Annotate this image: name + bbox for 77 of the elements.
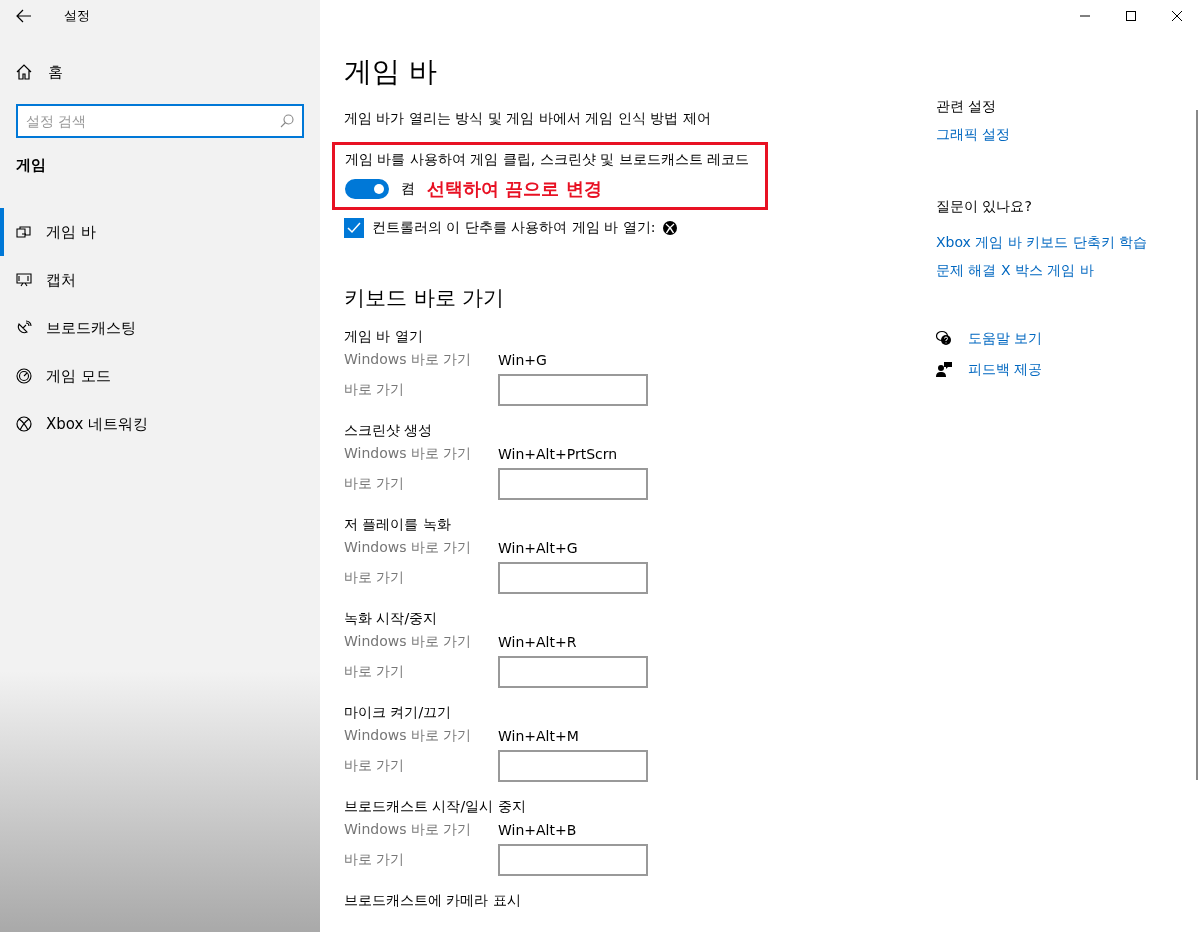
shortcut-label: 바로 가기 xyxy=(344,475,406,493)
shortcut-name: 녹화 시작/중지 xyxy=(344,609,439,628)
shortcut-label: Windows 바로 가기 xyxy=(344,351,473,369)
home-icon xyxy=(16,64,32,80)
shortcut-label: Windows 바로 가기 xyxy=(344,727,473,745)
section-heading: 게임 xyxy=(15,155,47,176)
shortcut-label: Windows 바로 가기 xyxy=(344,633,473,651)
shortcut-name: 브로드캐스트 시작/일시 중지 xyxy=(344,797,527,816)
sidebar-label: 브로드캐스팅 xyxy=(46,318,136,338)
shortcut-label: 바로 가기 xyxy=(344,757,406,775)
shortcut-label: 바로 가기 xyxy=(344,851,406,869)
support-link[interactable]: 피드백 제공 xyxy=(968,354,1043,383)
page-description: 게임 바가 열리는 방식 및 게임 바에서 게임 인식 방법 제어 xyxy=(344,110,712,128)
shortcut-label: Windows 바로 가기 xyxy=(344,539,473,557)
help-bubble-icon xyxy=(936,329,952,346)
shortcut-keys: Win+Alt+M xyxy=(498,728,579,744)
feedback-icon xyxy=(936,360,952,377)
search-field[interactable]: 설정 검색 xyxy=(16,104,304,138)
back-arrow-icon xyxy=(16,8,32,24)
shortcut-input[interactable] xyxy=(498,750,648,782)
section-heading: 키보드 바로 가기 xyxy=(344,285,506,312)
capture-icon xyxy=(16,272,32,288)
shortcut-name: 저 플레이를 녹화 xyxy=(344,515,452,534)
page-title: 게임 바 xyxy=(344,54,438,90)
shortcut-name: 스크린샷 생성 xyxy=(344,421,434,440)
help-heading: 질문이 있나요? xyxy=(936,198,1033,216)
shortcut-input[interactable] xyxy=(498,468,648,500)
help-link[interactable]: 문제 해결 X 박스 게임 바 xyxy=(936,256,1196,284)
gamebar-icon xyxy=(16,224,32,240)
support-link[interactable]: 도움말 보기 xyxy=(968,323,1043,352)
shortcut-label: 바로 가기 xyxy=(344,381,406,399)
xbox-icon xyxy=(663,221,678,235)
shortcut-name: 게임 바 열기 xyxy=(344,327,424,346)
shortcut-keys: Win+Alt+B xyxy=(498,822,577,838)
search-icon xyxy=(280,114,294,128)
shortcut-label: Windows 바로 가기 xyxy=(344,821,473,839)
shortcut-label: 바로 가기 xyxy=(344,569,406,587)
satellite-dish-icon xyxy=(16,320,32,336)
settings-link[interactable]: 그래픽 설정 xyxy=(936,120,1196,148)
close-icon xyxy=(1172,11,1182,21)
shortcut-label: Windows 바로 가기 xyxy=(344,445,473,463)
checkbox[interactable] xyxy=(344,218,364,238)
sidebar-item[interactable]: Xbox 네트워킹 xyxy=(0,400,320,448)
sidebar-item[interactable]: 브로드캐스팅 xyxy=(0,304,320,352)
related-heading: 관련 설정 xyxy=(936,98,998,116)
home-link[interactable]: 홈 xyxy=(0,56,320,88)
shortcut-input[interactable] xyxy=(498,844,648,876)
shortcut-input[interactable] xyxy=(498,562,648,594)
window-title: 설정 xyxy=(64,7,90,25)
sidebar-label: 캡처 xyxy=(46,270,76,290)
scrollbar[interactable] xyxy=(1196,110,1198,780)
annotation-text: 선택하여 끔으로 변경 xyxy=(427,177,602,201)
sidebar-item[interactable]: 게임 바 xyxy=(0,208,320,256)
home-label: 홈 xyxy=(48,62,63,82)
toggle-switch[interactable] xyxy=(345,179,389,199)
sidebar-label: 게임 모드 xyxy=(46,366,111,386)
back-button[interactable] xyxy=(16,8,32,24)
shortcut-keys: Win+G xyxy=(498,352,547,368)
gauge-icon xyxy=(16,368,32,384)
shortcut-input[interactable] xyxy=(498,374,648,406)
shortcut-label: 바로 가기 xyxy=(344,663,406,681)
sidebar-label: 게임 바 xyxy=(46,222,96,242)
toggle-state: 켬 xyxy=(401,180,415,198)
shortcut-input[interactable] xyxy=(498,656,648,688)
maximize-icon xyxy=(1126,11,1136,21)
help-link[interactable]: Xbox 게임 바 키보드 단축키 학습 xyxy=(936,228,1196,256)
sidebar-item[interactable]: 게임 모드 xyxy=(0,352,320,400)
shortcut-keys: Win+Alt+R xyxy=(498,634,577,650)
shortcut-keys: Win+Alt+G xyxy=(498,540,578,556)
shortcut-name: 마이크 켜기/끄기 xyxy=(344,703,453,722)
shortcut-keys: Win+Alt+PrtScrn xyxy=(498,446,618,462)
shortcut-name: 브로드캐스트에 카메라 표시 xyxy=(344,891,522,910)
setting-label: 게임 바를 사용하여 게임 클립, 스크린샷 및 브로드캐스트 레코드 xyxy=(345,151,751,169)
sidebar-label: Xbox 네트워킹 xyxy=(46,414,149,434)
sidebar-item[interactable]: 캡처 xyxy=(0,256,320,304)
xbox-icon xyxy=(16,416,32,432)
checkbox-label: 컨트롤러의 이 단추를 사용하여 게임 바 열기: xyxy=(372,219,656,237)
